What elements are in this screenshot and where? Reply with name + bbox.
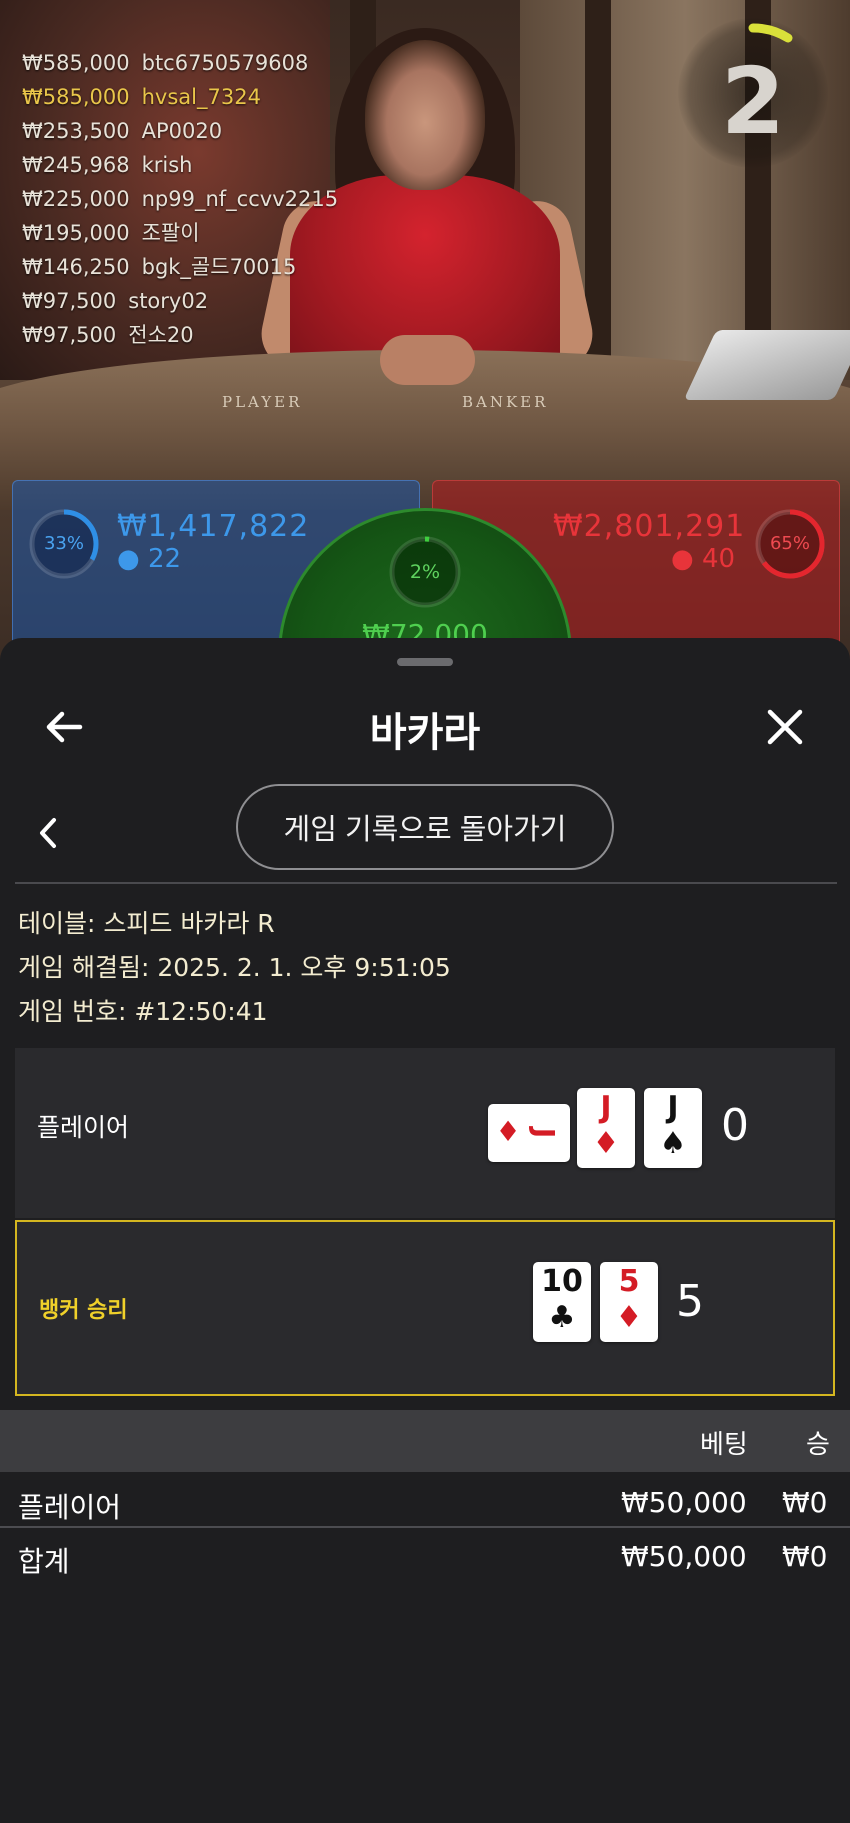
player-hand-row: 플레이어 ♦ J J ♦ J ♠ 0 (15, 1048, 835, 1218)
bet-type: 플레이어 (18, 1491, 122, 1524)
leaderboard-row: ₩97,500 전소20 (22, 318, 338, 352)
divider (15, 882, 837, 884)
leaderboard-amount: ₩195,000 (22, 221, 130, 245)
leaderboard-row: ₩253,500 AP0020 (22, 114, 338, 148)
leaderboard-row: ₩97,500 story02 (22, 284, 338, 318)
chevron-left-icon[interactable] (30, 808, 70, 858)
player-hand-label: 플레이어 (37, 1113, 130, 1142)
dealer-hands (380, 335, 475, 385)
leaderboard-player-name: 조팔이 (141, 221, 200, 245)
game-number-info: 게임 번호: #12:50:41 (18, 997, 268, 1026)
person-icon: ● (671, 544, 694, 574)
playing-card: ♦ J (488, 1104, 570, 1162)
leaderboard-row: ₩146,250 bgk_골드70015 (22, 250, 338, 284)
player-bettor-count: ● 22 (117, 544, 181, 574)
playing-card: 10 ♣ (533, 1262, 591, 1342)
card-rank: J (528, 1127, 561, 1139)
person-icon: ● (117, 544, 140, 574)
leaderboard-row: ₩245,968 krish (22, 148, 338, 182)
player-percent-ring: 33% (25, 505, 103, 583)
banker-hand-label: 뱅커 승리 (39, 1298, 128, 1323)
banker-hand-score: 5 (676, 1276, 704, 1327)
game-detail-sheet: 바카라 게임 기록으로 돌아가기 테이블: 스피드 바카라 R 게임 해결됨: … (0, 638, 850, 1823)
table-banker-label: BANKER (462, 393, 549, 411)
game-resolved-info: 게임 해결됨: 2025. 2. 1. 오후 9:51:05 (18, 953, 451, 982)
timer-value: 2 (720, 48, 785, 155)
banker-count-value: 40 (701, 544, 736, 574)
leaderboard-amount: ₩97,500 (22, 323, 117, 347)
leaderboard-row: ₩585,000 hvsal_7324 (22, 80, 338, 114)
total-win-amount: ₩0 (782, 1540, 828, 1573)
leaderboard-player-name: bgk_골드70015 (141, 255, 297, 279)
leaderboard-amount: ₩225,000 (22, 187, 130, 211)
card-suit: ♣ (548, 1300, 576, 1335)
win-amount: ₩0 (782, 1486, 828, 1519)
card-rank: 10 (541, 1264, 583, 1299)
leaderboard-row: ₩195,000 조팔이 (22, 216, 338, 250)
back-to-history-button[interactable]: 게임 기록으로 돌아가기 (236, 784, 614, 870)
card-suit: ♦ (615, 1300, 643, 1335)
close-icon[interactable] (760, 702, 810, 752)
banker-bettor-count: ● 40 (671, 544, 735, 574)
leaderboard-row: ₩585,000 btc6750579608 (22, 46, 338, 80)
table-name-info: 테이블: 스피드 바카라 R (18, 909, 275, 938)
leaderboard-player-name: btc6750579608 (141, 51, 309, 75)
table-player-label: PLAYER (222, 393, 303, 411)
card-suit: ♦ (495, 1115, 521, 1148)
bet-column-header: 베팅 (700, 1430, 748, 1460)
card-suit: ♦ (592, 1126, 620, 1161)
card-rank: 5 (618, 1264, 640, 1299)
player-count-value: 22 (147, 544, 182, 574)
banker-total-amount: ₩2,801,291 (553, 509, 746, 544)
sheet-title: 바카라 (369, 710, 481, 756)
banker-percent-ring: 65% (751, 505, 829, 583)
leaderboard-amount: ₩146,250 (22, 255, 130, 279)
bets-table-header: 베팅 승 (0, 1410, 850, 1472)
leaderboard-player-name: krish (141, 153, 193, 177)
live-stream-view: PLAYER BANKER ₩585,000 btc6750579608 ₩585,… (0, 0, 850, 660)
winners-leaderboard: ₩585,000 btc6750579608 ₩585,000 hvsal_7324 ₩… (22, 46, 338, 352)
divider (0, 1526, 850, 1528)
win-column-header: 승 (806, 1430, 830, 1460)
player-hand-score: 0 (721, 1100, 749, 1151)
sheet-header: 바카라 (0, 678, 850, 778)
player-total-amount: ₩1,417,822 (117, 509, 310, 544)
round-timer: 2 (678, 18, 828, 168)
leaderboard-amount: ₩253,500 (22, 119, 130, 143)
leaderboard-player-name: AP0020 (141, 119, 223, 143)
card-rank: J (667, 1090, 679, 1125)
total-label: 합계 (18, 1545, 70, 1578)
playing-card: J ♦ (577, 1088, 635, 1168)
bet-amount: ₩50,000 (621, 1486, 747, 1519)
leaderboard-amount: ₩585,000 (22, 85, 130, 109)
leaderboard-player-name: story02 (128, 289, 209, 313)
dealer-face (365, 40, 485, 190)
table-row: 플레이어 ₩50,000 ₩0 (0, 1476, 850, 1530)
leaderboard-row: ₩225,000 np99_nf_ccvv2215 (22, 182, 338, 216)
playing-card: J ♠ (644, 1088, 702, 1168)
leaderboard-amount: ₩585,000 (22, 51, 130, 75)
banker-hand-row: 뱅커 승리 10 ♣ 5 ♦ 5 (15, 1220, 835, 1396)
playing-card: 5 ♦ (600, 1262, 658, 1342)
card-suit: ♠ (659, 1126, 687, 1161)
player-percent: 33% (43, 533, 84, 554)
leaderboard-player-name: hvsal_7324 (141, 85, 261, 109)
table-row: 합계 ₩50,000 ₩0 (0, 1530, 850, 1584)
card-rank: J (600, 1090, 612, 1125)
banker-percent: 65% (769, 533, 810, 554)
leaderboard-player-name: 전소20 (128, 323, 194, 347)
total-bet-amount: ₩50,000 (621, 1540, 747, 1573)
sheet-drag-handle[interactable] (397, 658, 453, 666)
tie-percent: 2% (409, 561, 441, 583)
leaderboard-amount: ₩245,968 (22, 153, 130, 177)
leaderboard-player-name: np99_nf_ccvv2215 (141, 187, 339, 211)
leaderboard-amount: ₩97,500 (22, 289, 117, 313)
